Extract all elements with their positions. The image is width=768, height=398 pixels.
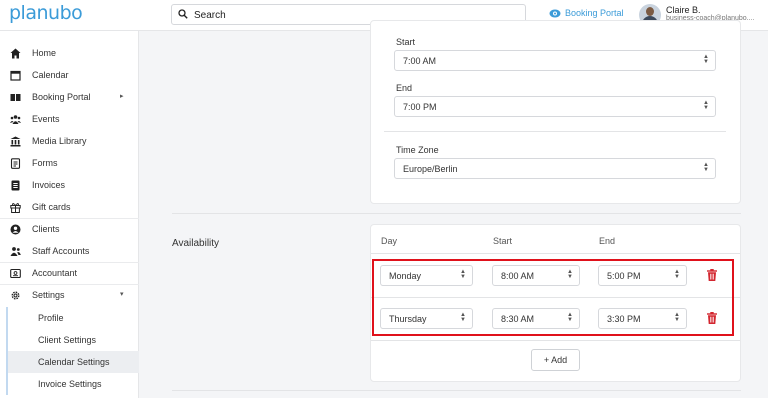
sidebar-subitem-invoice-settings[interactable]: Invoice Settings	[6, 373, 139, 395]
sidebar-item-home[interactable]: Home	[0, 42, 139, 64]
end-time-value: 7:00 PM	[403, 102, 437, 112]
select-arrows-icon: ▲ ▼	[703, 162, 709, 173]
calendar-icon	[10, 70, 21, 81]
gear-icon	[11, 291, 20, 300]
logo[interactable]: planubo	[9, 2, 83, 24]
book-icon	[10, 94, 21, 101]
column-header-day: Day	[381, 236, 398, 246]
start-label: Start	[396, 37, 416, 47]
add-button[interactable]: + Add	[531, 349, 580, 371]
search-icon	[178, 9, 188, 19]
timezone-select[interactable]: Europe/Berlin ▲ ▼	[394, 158, 716, 179]
library-icon	[10, 136, 21, 147]
column-header-start: Start	[493, 236, 513, 246]
select-arrows-icon: ▲ ▼	[703, 100, 709, 111]
chevron-down-icon: ▾	[120, 291, 124, 298]
sidebar-item-gift-cards[interactable]: Gift cards	[0, 196, 139, 218]
select-arrows-icon: ▲ ▼	[703, 54, 709, 65]
sidebar-item-label: Invoices	[32, 180, 66, 190]
end-time-select[interactable]: 7:00 PM ▲ ▼	[394, 96, 716, 117]
start-time-select[interactable]: 7:00 AM ▲ ▼	[394, 50, 716, 71]
timezone-label: Time Zone	[396, 145, 439, 155]
sidebar-item-label: Forms	[32, 158, 58, 168]
sidebar-item-booking-portal[interactable]: Booking Portal ▸	[0, 86, 139, 108]
home-icon	[10, 48, 21, 59]
sidebar-item-calendar[interactable]: Calendar	[0, 64, 139, 86]
sidebar-subitem-calendar-settings[interactable]: Calendar Settings	[6, 351, 139, 373]
booking-portal-label: Booking Portal	[565, 8, 624, 18]
accountant-icon	[10, 268, 21, 279]
invoice-icon	[11, 180, 20, 191]
sidebar-item-label: Settings	[32, 290, 65, 300]
start-time-value: 7:00 AM	[403, 56, 437, 66]
highlight-box	[372, 259, 734, 336]
timezone-value: Europe/Berlin	[403, 164, 458, 174]
sidebar-subitem-label: Client Settings	[38, 335, 97, 345]
eye-icon	[549, 9, 561, 17]
sidebar-item-forms[interactable]: Forms	[0, 152, 139, 174]
sidebar-item-label: Events	[32, 114, 60, 124]
sidebar-subitem-label: Profile	[38, 313, 64, 323]
sidebar-subitem-label: Calendar Settings	[38, 357, 110, 367]
booking-portal-link[interactable]: Booking Portal	[549, 8, 624, 18]
gift-icon	[10, 203, 21, 213]
section-divider	[172, 213, 741, 214]
chevron-right-icon: ▸	[120, 93, 124, 100]
sidebar-item-label: Calendar	[32, 70, 69, 80]
divider	[371, 253, 740, 254]
sidebar-item-label: Gift cards	[32, 202, 71, 212]
sidebar-subitem-profile[interactable]: Profile	[6, 307, 139, 329]
sidebar-item-label: Booking Portal	[32, 92, 91, 102]
client-icon	[10, 224, 21, 235]
end-label: End	[396, 83, 413, 93]
sidebar-item-settings[interactable]: Settings ▾	[0, 284, 139, 306]
search-placeholder: Search	[194, 10, 226, 21]
forms-icon	[10, 158, 21, 169]
divider	[371, 340, 740, 341]
sidebar-item-staff-accounts[interactable]: Staff Accounts	[0, 240, 139, 262]
sidebar-item-label: Media Library	[32, 136, 87, 146]
sidebar-item-label: Home	[32, 48, 57, 58]
sidebar-item-accountant[interactable]: Accountant	[0, 262, 139, 284]
sidebar-subitem-label: Invoice Settings	[38, 379, 102, 389]
section-divider	[172, 390, 741, 391]
sidebar: Home Calendar Booking Portal ▸ Events Me…	[0, 31, 139, 398]
divider	[384, 131, 726, 132]
sidebar-item-label: Accountant	[32, 268, 78, 278]
sidebar-item-media-library[interactable]: Media Library	[0, 130, 139, 152]
user-name[interactable]: Claire B.	[666, 5, 701, 15]
sidebar-item-label: Clients	[32, 224, 60, 234]
sidebar-item-events[interactable]: Events	[0, 108, 139, 130]
sidebar-subitem-client-settings[interactable]: Client Settings	[6, 329, 139, 351]
sidebar-item-clients[interactable]: Clients	[0, 218, 139, 240]
people-icon	[10, 115, 21, 124]
section-title: Availability	[172, 238, 220, 249]
staff-icon	[10, 247, 21, 256]
sidebar-item-invoices[interactable]: Invoices	[0, 174, 139, 196]
column-header-end: End	[599, 236, 616, 246]
sidebar-item-label: Staff Accounts	[32, 246, 90, 256]
